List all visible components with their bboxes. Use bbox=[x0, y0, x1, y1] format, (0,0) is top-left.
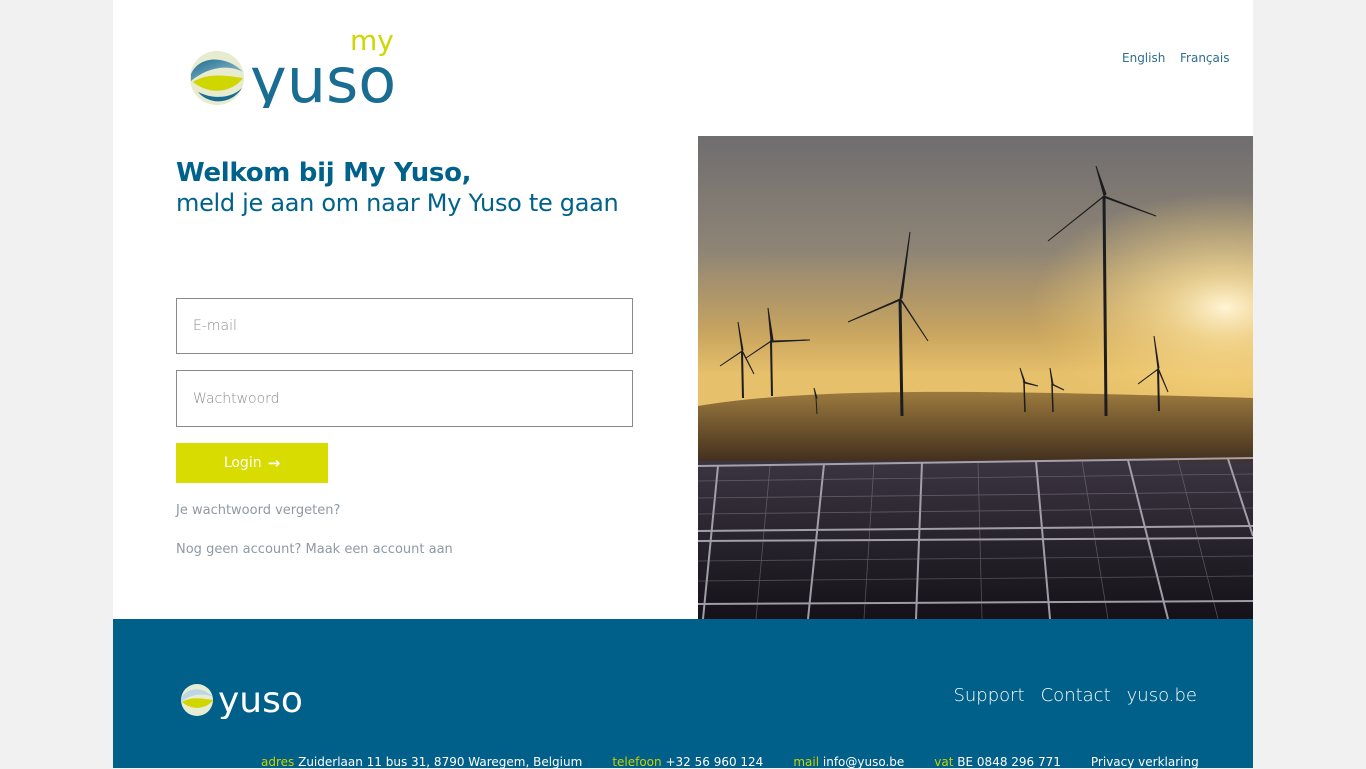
vat-value: BE 0848 296 771 bbox=[957, 755, 1061, 769]
language-french-link[interactable]: Français bbox=[1180, 51, 1229, 65]
footer-address: adres Zuiderlaan 11 bus 31, 8790 Waregem… bbox=[261, 755, 582, 769]
yuso-footer-logo[interactable]: yuso bbox=[180, 679, 310, 719]
arrow-right-icon: → bbox=[267, 454, 281, 472]
vat-label: vat bbox=[934, 755, 954, 769]
footer-link-yuso-be[interactable]: yuso.be bbox=[1127, 685, 1197, 706]
mail-link[interactable]: info@yuso.be bbox=[823, 755, 904, 769]
footer-mail: mail info@yuso.be bbox=[793, 755, 904, 769]
footer: yuso Support Contact yuso.be adres Zuide… bbox=[113, 619, 1253, 769]
footer-vat: vat BE 0848 296 771 bbox=[934, 755, 1061, 769]
email-input[interactable] bbox=[176, 298, 633, 354]
address-label: adres bbox=[261, 755, 295, 769]
footer-logo-text: yuso bbox=[218, 680, 303, 719]
footer-contact-info: adres Zuiderlaan 11 bus 31, 8790 Waregem… bbox=[261, 755, 1199, 769]
logo-prefix: my bbox=[350, 26, 394, 57]
phone-value: +32 56 960 124 bbox=[665, 755, 764, 769]
login-button[interactable]: Login → bbox=[176, 443, 328, 483]
welcome-title: Welkom bij My Yuso, bbox=[176, 158, 472, 188]
login-button-label: Login bbox=[223, 455, 262, 471]
mail-label: mail bbox=[793, 755, 820, 769]
footer-nav: Support Contact yuso.be bbox=[953, 685, 1197, 706]
page-container: yuso my English Français Welkom bij My Y… bbox=[113, 0, 1253, 769]
forgot-password-link[interactable]: Je wachtwoord vergeten? bbox=[176, 503, 340, 518]
hero-image bbox=[698, 136, 1253, 619]
phone-label: telefoon bbox=[612, 755, 662, 769]
welcome-subtitle: meld je aan om naar My Yuso te gaan bbox=[176, 189, 619, 217]
language-english-link[interactable]: English bbox=[1122, 51, 1165, 65]
password-input[interactable] bbox=[176, 370, 633, 427]
my-yuso-logo[interactable]: yuso my bbox=[188, 26, 403, 108]
create-account-link[interactable]: Nog geen account? Maak een account aan bbox=[176, 542, 453, 557]
privacy-link[interactable]: Privacy verklaring bbox=[1091, 755, 1199, 769]
footer-link-support[interactable]: Support bbox=[953, 685, 1024, 706]
footer-phone: telefoon +32 56 960 124 bbox=[612, 755, 763, 769]
address-value: Zuiderlaan 11 bus 31, 8790 Waregem, Belg… bbox=[298, 755, 583, 769]
footer-link-contact[interactable]: Contact bbox=[1041, 685, 1111, 706]
